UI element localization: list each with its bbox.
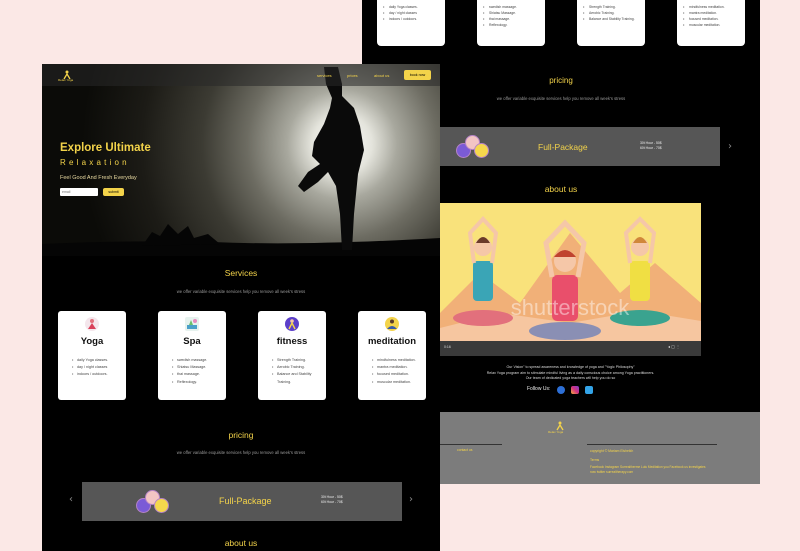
list-item: mantra meditation. [372, 364, 416, 371]
pricing-subtitle: we offer variable exquisite services hel… [176, 450, 306, 455]
terms-link[interactable]: Terms [590, 458, 599, 462]
list-item: day / night classes [72, 364, 108, 371]
package-title: Full-Package [538, 142, 588, 152]
logo-icon [555, 418, 565, 431]
twitter-icon[interactable] [585, 386, 593, 394]
prev-arrow-icon[interactable]: ‹ [69, 494, 73, 505]
service-card-meditation[interactable]: meditation mindfulness meditation. mantr… [358, 311, 426, 400]
contact-us-link[interactable]: contact us [457, 448, 472, 452]
list-item: Reflexology. [483, 22, 539, 28]
instagram-icon[interactable] [571, 386, 579, 394]
list-item: thai massage. [172, 371, 207, 378]
list-item: muscular meditation. [372, 379, 416, 386]
package-prices: 30t Hour - 50$ 60t Hour - 70$ [321, 495, 343, 504]
list-item: Strength Training. [272, 357, 326, 364]
list-item: Balance and Stability Training. [583, 16, 639, 22]
hero-subtitle: Relaxation [60, 158, 130, 167]
package-banner[interactable]: Full-Package 30t Hour - 50$ 60t Hour - 7… [82, 482, 402, 521]
logo-icon[interactable] [62, 67, 72, 80]
book-now-button[interactable]: book now [404, 70, 431, 80]
list-item: swedish massage. [172, 357, 207, 364]
package-prices: 30t Hour - 50$ 60t Hour - 70$ [640, 141, 662, 150]
video-time: 0:16 [444, 345, 451, 349]
services-heading: Services [224, 268, 258, 278]
footer-divider [587, 444, 717, 445]
service-card-yoga-tail: daily Yoga classes. day / night classes … [377, 0, 445, 46]
list-item: Balance and Stability Training. [272, 371, 326, 385]
footer-logo-text: Relax Yoga [548, 430, 564, 434]
video-controls[interactable]: ◂ ▢ ⋮ [668, 344, 680, 349]
list-item: indoors / outdoors. [72, 371, 108, 378]
list-item: focused meditation. [372, 371, 416, 378]
service-card-fitness[interactable]: fitness Strength Training. Aerobic Train… [258, 311, 326, 400]
watermark-text: shutterstock [511, 295, 631, 320]
service-card-fitness-tail: Strength Training. Aerobic Training. Bal… [577, 0, 645, 46]
footer-notes: Facebook Instagram Surrealtherme Lulu Me… [590, 465, 706, 474]
service-card-spa-tail: swedish massage. Shiatsu Massage. thai m… [477, 0, 545, 46]
fitness-icon [285, 317, 299, 331]
service-title: fitness [276, 336, 308, 347]
service-card-meditation-tail: mindfulness meditation. mantra meditatio… [677, 0, 745, 46]
yoga-pose-icon [85, 317, 99, 331]
hero-tagline: Feel Good And Fresh Everyday [60, 175, 137, 181]
nav-link-about[interactable]: about us [374, 73, 389, 78]
service-card-spa[interactable]: Spa swedish massage. Shiatsu Massage. th… [158, 311, 226, 400]
spa-icon [185, 317, 199, 331]
pricing-heading: pricing [228, 430, 254, 440]
service-title: Spa [183, 336, 201, 347]
nav-link-prices[interactable]: prices [347, 73, 358, 78]
top-nav: Relax Yoga services prices about us book… [42, 64, 440, 86]
package-icons [456, 135, 490, 159]
list-item: daily Yoga classes. [72, 357, 108, 364]
service-card-yoga[interactable]: Yoga daily Yoga classes. day / night cla… [58, 311, 126, 400]
package-banner[interactable]: Full-Package 30t Hour - 50$ 60t Hour - 7… [440, 127, 720, 166]
submit-button[interactable]: submit [103, 188, 124, 196]
facebook-icon[interactable] [557, 386, 565, 394]
list-item: Reflexology. [172, 379, 207, 386]
list-item: mindfulness meditation. [372, 357, 416, 364]
front-page-screenshot: Relax Yoga services prices about us book… [42, 64, 440, 551]
service-title: meditation [367, 336, 417, 347]
package-title: Full-Package [219, 496, 272, 506]
next-arrow-icon[interactable]: › [409, 494, 413, 505]
nav-link-services[interactable]: services [317, 73, 332, 78]
follow-us-label: Follow Us: [527, 386, 551, 392]
about-text: Our Vision" to spread awareness and know… [486, 365, 655, 380]
next-arrow-icon[interactable]: › [728, 141, 732, 152]
package-icons [136, 490, 170, 514]
service-title: Yoga [80, 336, 104, 347]
logo-text: Relax Yoga [58, 78, 74, 82]
yoga-illustration: shutterstock [440, 216, 701, 356]
copyright-text: copyright © Mariam Elsheikh [590, 449, 634, 453]
list-item: Shiatsu Massage. [172, 364, 207, 371]
about-heading: about us [224, 538, 258, 548]
list-item: Aerobic Training. [272, 364, 326, 371]
list-item: indoors / outdoors. [383, 16, 439, 22]
services-subtitle: we offer variable exquisite services hel… [176, 289, 306, 294]
about-video[interactable]: shutterstock 0:16 ◂ ▢ ⋮ [440, 203, 701, 356]
meditation-icon [385, 317, 399, 331]
list-item: muscular meditation. [683, 22, 739, 28]
hero-title: Explore Ultimate [60, 142, 151, 154]
hero-section: Relax Yoga services prices about us book… [42, 64, 440, 256]
email-input[interactable] [60, 188, 98, 196]
